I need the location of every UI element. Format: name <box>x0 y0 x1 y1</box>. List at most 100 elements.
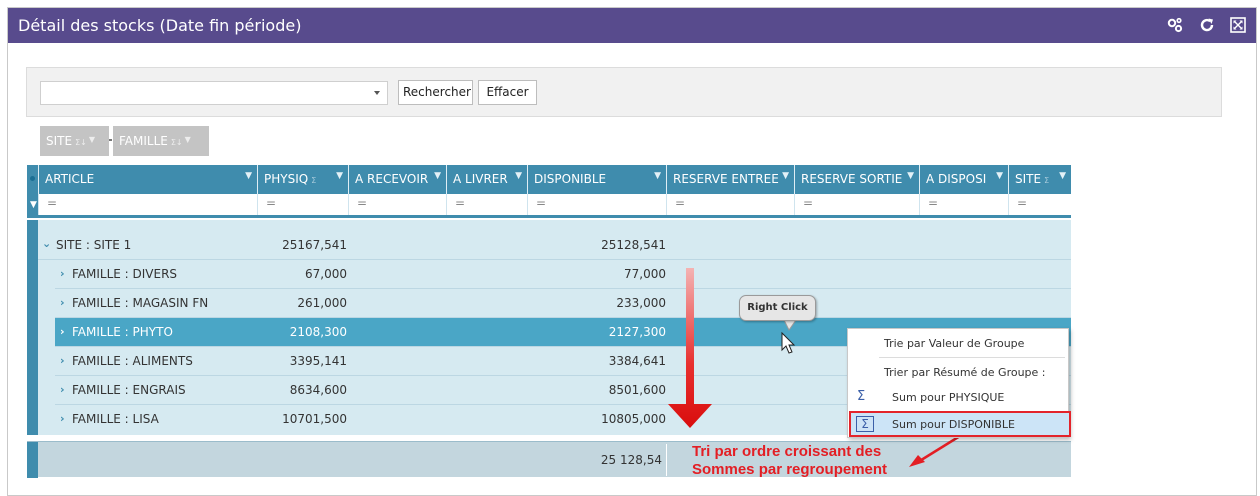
filter-cell-article[interactable]: = <box>39 194 258 215</box>
panel-title: Détail des stocks (Date fin période) <box>18 16 302 35</box>
column-header-site[interactable]: SITE Σ ▼ <box>1009 165 1071 194</box>
group-chip-label: SITE <box>46 134 73 148</box>
column-header-reserve-entree[interactable]: RESERVE ENTREE ▼ <box>667 165 795 194</box>
filter-icon[interactable]: ▼ <box>1059 171 1066 181</box>
group-chip-famille[interactable]: FAMILLE Σ↓ ▼ <box>113 126 209 156</box>
filter-cell-disponible[interactable]: = <box>528 194 667 215</box>
disponible-value: 8501,600 <box>608 383 666 397</box>
column-header-label: SITE <box>1015 172 1042 186</box>
group-row-site[interactable]: ⌄ SITE : SITE 1 25167,541 25128,541 <box>38 231 1071 260</box>
physique-value: 25167,541 <box>282 238 347 252</box>
filter-cell-physique[interactable]: = <box>258 194 349 215</box>
chevron-right-icon[interactable]: › <box>60 325 65 338</box>
annotation-text: Tri par ordre croissant des Sommes par r… <box>692 443 887 479</box>
group-row-label: SITE : SITE 1 <box>56 238 132 252</box>
chevron-right-icon[interactable]: › <box>60 383 65 396</box>
menu-item-sum-physique[interactable]: Sum pour PHYSIQUE <box>892 391 1004 404</box>
annotation-line-2: Sommes par regroupement <box>692 461 888 478</box>
sigma-icon: Σ <box>857 389 866 404</box>
menu-item-sort-by-group-value[interactable]: Trie par Valeur de Groupe <box>884 337 1024 350</box>
chevron-right-icon[interactable]: › <box>60 354 65 367</box>
physique-value: 3395,141 <box>289 354 347 368</box>
group-row-label: FAMILLE : PHYTO <box>72 325 173 339</box>
disponible-value: 3384,641 <box>608 354 666 368</box>
group-row-label: FAMILLE : ALIMENTS <box>72 354 193 368</box>
sum-sort-icon[interactable]: Σ↓ <box>75 138 87 147</box>
footer-divider <box>666 444 667 476</box>
column-header-a-disposition[interactable]: A DISPOSI ▼ <box>920 165 1009 194</box>
settings-cogs-icon[interactable] <box>1166 16 1184 34</box>
filter-icon[interactable]: ▼ <box>336 171 343 181</box>
clear-button[interactable]: Effacer <box>478 80 537 105</box>
search-button[interactable]: Rechercher <box>398 80 473 105</box>
group-chip-site[interactable]: SITE Σ↓ ▼ <box>40 126 109 156</box>
maximize-icon[interactable] <box>1229 16 1247 34</box>
group-row-label: FAMILLE : DIVERS <box>72 267 178 281</box>
search-combobox[interactable] <box>40 81 388 105</box>
column-header-label: A RECEVOIR <box>355 172 429 186</box>
filter-icon[interactable]: ▼ <box>434 171 441 181</box>
search-bar: Rechercher Effacer <box>26 67 1222 117</box>
column-header-label: RESERVE ENTREE <box>673 172 779 186</box>
column-header-label: A LIVRER <box>453 172 508 186</box>
chevron-right-icon[interactable]: › <box>60 296 65 309</box>
filter-cell-site[interactable]: = <box>1009 194 1071 215</box>
footer-total-disponible: 25 128,54 <box>600 453 662 467</box>
filter-icon[interactable]: ▼ <box>89 135 95 144</box>
column-header-label: A DISPOSI <box>926 172 987 186</box>
filter-icon[interactable]: ▼ <box>185 135 191 144</box>
group-row-label: FAMILLE : LISA <box>72 412 159 426</box>
chevron-down-icon[interactable]: ⌄ <box>42 237 51 250</box>
right-click-bubble: Right Click <box>739 295 816 321</box>
chevron-down-icon[interactable] <box>374 91 380 95</box>
physique-value: 2108,300 <box>289 325 347 339</box>
filter-row-indicator: ▼ <box>27 194 39 215</box>
row-indicator-header <box>27 165 39 194</box>
chevron-right-icon[interactable]: › <box>60 412 65 425</box>
filter-icon[interactable]: ▼ <box>996 171 1003 181</box>
group-chip-label: FAMILLE <box>119 134 168 148</box>
dot-icon <box>30 176 35 181</box>
annotation-line-1: Tri par ordre croissant des <box>692 443 882 460</box>
sort-icon: Σ <box>1044 176 1050 185</box>
physique-value: 8634,600 <box>289 383 347 397</box>
disponible-value: 77,000 <box>624 267 666 281</box>
disponible-value: 2127,300 <box>608 325 666 339</box>
physique-value: 261,000 <box>297 296 347 310</box>
column-header-label: RESERVE SORTIE <box>801 172 903 186</box>
filter-cell-reserve-entree[interactable]: = <box>667 194 795 215</box>
physique-value: 10701,500 <box>282 412 347 426</box>
group-row-famille[interactable]: › FAMILLE : MAGASIN FN 261,000 233,000 <box>55 289 1071 318</box>
filter-icon[interactable]: ▼ <box>782 171 789 181</box>
chevron-right-icon[interactable]: › <box>60 267 65 280</box>
grid-header: ARTICLE ▼ PHYSIQ Σ ▼ A RECEVOIR ▼ A LIVRER ▼ … <box>27 165 1071 194</box>
filter-icon[interactable]: ▼ <box>907 171 914 181</box>
filter-icon[interactable]: ▼ <box>515 171 522 181</box>
column-header-reserve-sortie[interactable]: RESERVE SORTIE ▼ <box>795 165 920 194</box>
filter-cell-a-recevoir[interactable]: = <box>349 194 447 215</box>
group-row-famille[interactable]: › FAMILLE : DIVERS 67,000 77,000 <box>55 260 1071 289</box>
column-header-label: DISPONIBLE <box>534 172 607 186</box>
sum-sort-icon[interactable]: Σ↓ <box>171 138 183 147</box>
group-row-label: FAMILLE : MAGASIN FN <box>72 296 209 310</box>
filter-icon: ▼ <box>30 200 37 210</box>
filter-icon[interactable]: ▼ <box>245 171 252 181</box>
column-header-article[interactable]: ARTICLE ▼ <box>39 165 258 194</box>
column-header-a-livrer[interactable]: A LIVRER ▼ <box>447 165 528 194</box>
filter-cell-reserve-sortie[interactable]: = <box>795 194 920 215</box>
column-header-label: ARTICLE <box>45 172 95 186</box>
menu-item-sum-disponible[interactable]: Sum pour DISPONIBLE <box>892 418 1015 431</box>
column-header-physique[interactable]: PHYSIQ Σ ▼ <box>258 165 349 194</box>
column-header-a-recevoir[interactable]: A RECEVOIR ▼ <box>349 165 447 194</box>
column-header-disponible[interactable]: DISPONIBLE ▼ <box>528 165 667 194</box>
disponible-value: 10805,000 <box>601 412 666 426</box>
sigma-icon: Σ <box>856 416 874 432</box>
filter-icon[interactable]: ▼ <box>654 171 661 181</box>
refresh-icon[interactable] <box>1198 16 1216 34</box>
disponible-value: 25128,541 <box>601 238 666 252</box>
disponible-value: 233,000 <box>616 296 666 310</box>
filter-cell-a-livrer[interactable]: = <box>447 194 528 215</box>
group-separator <box>109 139 112 141</box>
filter-row: ▼ = = = = = = = = = <box>27 194 1071 218</box>
filter-cell-a-disposition[interactable]: = <box>920 194 1009 215</box>
